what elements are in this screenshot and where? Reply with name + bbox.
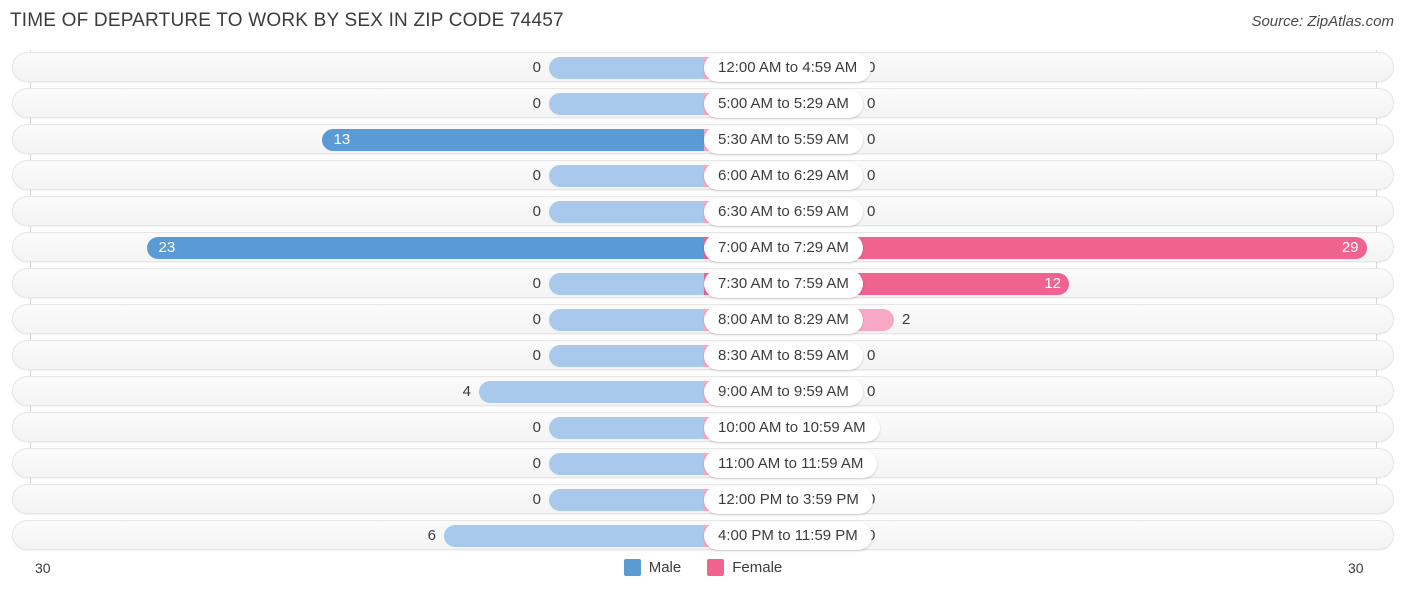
- category-label: 10:00 AM to 10:59 AM: [704, 414, 880, 442]
- chart-row[interactable]: 0 0 5:00 AM to 5:29 AM: [12, 88, 1394, 118]
- chart-row[interactable]: 0 0 8:30 AM to 8:59 AM: [12, 340, 1394, 370]
- category-label: 6:30 AM to 6:59 AM: [704, 198, 863, 226]
- category-label: 7:00 AM to 7:29 AM: [704, 234, 863, 262]
- chart-row[interactable]: 4 0 9:00 AM to 9:59 AM: [12, 376, 1394, 406]
- bar-male[interactable]: [549, 345, 704, 367]
- bar-value-male: 13: [333, 131, 351, 148]
- bar-value-male: 0: [532, 455, 541, 472]
- bar-value-male: 4: [462, 383, 471, 400]
- source-attribution: Source: ZipAtlas.com: [1251, 13, 1394, 30]
- legend-swatch-female: [707, 559, 725, 576]
- legend-swatch-male: [623, 559, 641, 576]
- category-label: 12:00 PM to 3:59 PM: [704, 486, 873, 514]
- bar-value-female: 2: [902, 311, 911, 328]
- bar-male[interactable]: [549, 453, 704, 475]
- bar-value-female: 12: [1044, 275, 1061, 292]
- bar-value-male: 0: [532, 95, 541, 112]
- bar-value-male: 0: [532, 167, 541, 184]
- chart-row[interactable]: 0012:00 PM to 3:59 PM: [12, 484, 1394, 514]
- category-label: 8:00 AM to 8:29 AM: [704, 306, 863, 334]
- bar-male[interactable]: [146, 237, 704, 259]
- legend-item-female[interactable]: Female: [707, 559, 782, 576]
- legend-label-male: Male: [648, 559, 682, 576]
- category-label: 5:30 AM to 5:59 AM: [704, 126, 863, 154]
- bar-male[interactable]: [549, 93, 704, 115]
- bar-male[interactable]: [549, 417, 704, 439]
- chart-row[interactable]: 0 12 7:30 AM to 7:59 AM: [12, 268, 1394, 298]
- chart-plot-area: 0 0 12:00 AM to 4:59 AM 0 0 5:00 AM to 5:29 A…: [0, 50, 1406, 555]
- category-label: 12:00 AM to 4:59 AM: [704, 54, 872, 82]
- category-label: 7:30 AM to 7:59 AM: [704, 270, 863, 298]
- bar-value-female: 0: [867, 131, 876, 148]
- bar-value-male: 0: [532, 419, 541, 436]
- bar-value-male: 0: [532, 311, 541, 328]
- bar-value-female: 29: [1341, 239, 1359, 256]
- bar-value-female: 0: [867, 167, 876, 184]
- bar-value-male: 0: [532, 59, 541, 76]
- bar-male[interactable]: [549, 489, 704, 511]
- chart-row[interactable]: 604:00 PM to 11:59 PM: [12, 520, 1394, 550]
- bar-value-male: 6: [427, 527, 436, 544]
- page-title: TIME OF DEPARTURE TO WORK BY SEX IN ZIP …: [10, 10, 564, 31]
- category-label: 8:30 AM to 8:59 AM: [704, 342, 863, 370]
- bar-value-male: 0: [532, 347, 541, 364]
- bar-value-male: 23: [158, 239, 176, 256]
- bar-male[interactable]: [479, 381, 704, 403]
- chart-root: TIME OF DEPARTURE TO WORK BY SEX IN ZIP …: [0, 0, 1406, 595]
- chart-row[interactable]: 0 0 6:00 AM to 6:29 AM: [12, 160, 1394, 190]
- category-label: 5:00 AM to 5:29 AM: [704, 90, 863, 118]
- chart-row[interactable]: 0011:00 AM to 11:59 AM: [12, 448, 1394, 478]
- category-label: 9:00 AM to 9:59 AM: [704, 378, 863, 406]
- bar-male[interactable]: [549, 273, 704, 295]
- bar-value-male: 0: [532, 491, 541, 508]
- bar-male[interactable]: [549, 165, 704, 187]
- category-label: 11:00 AM to 11:59 AM: [704, 450, 878, 478]
- bar-value-male: 0: [532, 203, 541, 220]
- category-label: 4:00 PM to 11:59 PM: [704, 522, 872, 550]
- chart-row[interactable]: 0010:00 AM to 10:59 AM: [12, 412, 1394, 442]
- chart-row[interactable]: 0 0 12:00 AM to 4:59 AM: [12, 52, 1394, 82]
- bar-value-female: 0: [867, 95, 876, 112]
- chart-legend: Male Female: [0, 559, 1406, 576]
- chart-row[interactable]: 13 0 5:30 AM to 5:59 AM: [12, 124, 1394, 154]
- bar-male[interactable]: [549, 57, 704, 79]
- bar-male[interactable]: [444, 525, 704, 547]
- chart-row[interactable]: 0 2 8:00 AM to 8:29 AM: [12, 304, 1394, 334]
- category-label: 6:00 AM to 6:29 AM: [704, 162, 863, 190]
- bar-male[interactable]: [549, 201, 704, 223]
- chart-row[interactable]: 0 0 6:30 AM to 6:59 AM: [12, 196, 1394, 226]
- bar-male[interactable]: [321, 129, 704, 151]
- bar-male[interactable]: [549, 309, 704, 331]
- bar-value-female: 0: [867, 203, 876, 220]
- bar-value-female: 0: [867, 347, 876, 364]
- legend-item-male[interactable]: Male: [623, 559, 682, 576]
- chart-row[interactable]: 23 29 7:00 AM to 7:29 AM: [12, 232, 1394, 262]
- bar-value-male: 0: [532, 275, 541, 292]
- legend-label-female: Female: [732, 559, 783, 576]
- bar-value-female: 0: [867, 383, 876, 400]
